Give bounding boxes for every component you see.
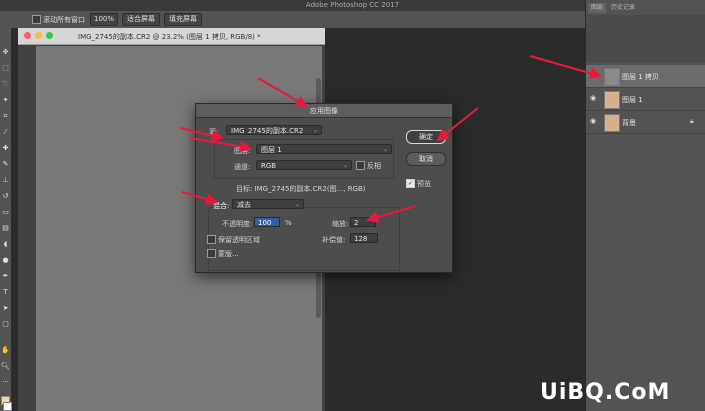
background-color-swatch[interactable] — [3, 402, 12, 411]
scale-input[interactable]: 2 — [350, 217, 376, 227]
layer-row[interactable]: ◉ 图层 1 拷贝 — [586, 65, 705, 88]
more-tools-icon[interactable]: ··· — [1, 378, 10, 387]
apply-image-dialog: 应用图像 源: IMG_2745的副本.CR2 ⌄ 图层: 图层 1 ⌄ 通道:… — [195, 103, 453, 273]
layer-row[interactable]: ◉ 背景 🔒︎ — [586, 111, 705, 134]
offset-label: 补偿值: — [322, 236, 346, 244]
watermark: UiBQ.CoM — [540, 380, 671, 405]
blending-select[interactable]: 减去 ⌄ — [232, 199, 304, 209]
type-tool-icon[interactable]: T — [1, 288, 10, 297]
chevron-down-icon: ⌄ — [294, 201, 300, 208]
source-label: 源: — [209, 128, 219, 136]
channel-select[interactable]: RGB ⌄ — [256, 160, 352, 170]
tab-layers[interactable]: 图层 — [588, 3, 607, 13]
chevron-down-icon: ⌄ — [312, 127, 318, 134]
lasso-tool-icon[interactable]: ➰ — [1, 80, 10, 89]
dialog-title-bar: 应用图像 — [196, 104, 452, 118]
eye-icon[interactable]: ◉ — [590, 94, 596, 102]
tools-panel: ✥ ⬚ ➰ ✦ ⌗ ⁄ ✚ ✎ ⊥ ↺ ▭ ▤ ◖ ● ✒ T ➤ ▢ ✋ 🔍︎… — [0, 28, 12, 411]
layer-label: 图层: — [234, 147, 251, 155]
dialog-title: 应用图像 — [310, 107, 338, 115]
source-value: IMG_2745的副本.CR2 — [231, 127, 304, 135]
magic-wand-tool-icon[interactable]: ✦ — [1, 96, 10, 105]
zoom-tool-icon[interactable]: 🔍︎ — [1, 362, 10, 371]
invert-label: 反相 — [367, 162, 381, 170]
offset-input[interactable]: 128 — [350, 233, 378, 243]
chevron-down-icon: ⌄ — [342, 162, 348, 169]
blending-label: 混合: — [213, 202, 230, 210]
crop-tool-icon[interactable]: ⌗ — [1, 112, 10, 121]
preview-label: 预览 — [417, 180, 431, 188]
history-brush-tool-icon[interactable]: ↺ — [1, 192, 10, 201]
layer-thumbnail — [604, 68, 620, 86]
source-select[interactable]: IMG_2745的副本.CR2 ⌄ — [226, 125, 322, 135]
close-window-icon[interactable] — [24, 32, 31, 39]
scale-label: 缩放: — [332, 220, 349, 228]
invert-checkbox[interactable] — [356, 161, 365, 170]
layer-select[interactable]: 图层 1 ⌄ — [256, 144, 392, 154]
document-title: IMG_2745的副本.CR2 @ 23.2% (图层 1 拷贝, RGB/8)… — [78, 33, 261, 41]
preview-checkbox[interactable]: ✓ — [406, 179, 415, 188]
options-bar: 滚动所有窗口 100% 适合屏幕 填充屏幕 — [0, 11, 585, 29]
chevron-down-icon: ⌄ — [382, 146, 388, 153]
layer-row[interactable]: ◉ 图层 1 — [586, 88, 705, 111]
fit-screen-button[interactable]: 适合屏幕 — [122, 13, 160, 26]
pen-tool-icon[interactable]: ✒ — [1, 272, 10, 281]
opacity-input[interactable]: 100 — [254, 217, 280, 227]
cancel-button[interactable]: 取消 — [406, 152, 446, 166]
layer-value: 图层 1 — [261, 146, 282, 154]
path-selection-tool-icon[interactable]: ➤ — [1, 304, 10, 313]
lock-icon: 🔒︎ — [690, 117, 694, 125]
opacity-label: 不透明度: — [222, 220, 253, 228]
dodge-tool-icon[interactable]: ● — [1, 256, 10, 265]
scroll-all-windows-checkbox[interactable] — [32, 15, 41, 24]
eye-icon[interactable]: ◉ — [590, 71, 596, 79]
mask-label: 蒙版... — [218, 250, 239, 258]
eyedropper-tool-icon[interactable]: ⁄ — [1, 128, 10, 137]
gradient-tool-icon[interactable]: ▤ — [1, 224, 10, 233]
opacity-unit: % — [285, 219, 292, 227]
zoom-window-icon[interactable] — [46, 32, 53, 39]
mask-checkbox[interactable] — [207, 249, 216, 258]
minimize-window-icon[interactable] — [35, 32, 42, 39]
target-text: 目标: IMG_2745的副本.CR2(图..., RGB) — [236, 185, 366, 193]
brush-tool-icon[interactable]: ✎ — [1, 160, 10, 169]
marquee-tool-icon[interactable]: ⬚ — [1, 64, 10, 73]
panel-tabs: 图层 历史记录 — [586, 3, 705, 13]
zoom-100-button[interactable]: 100% — [90, 13, 118, 26]
layers-panel: 图层 历史记录 ◉ 图层 1 拷贝 ◉ 图层 1 ◉ 背景 🔒︎ — [585, 0, 705, 411]
document-title-bar: IMG_2745的副本.CR2 @ 23.2% (图层 1 拷贝, RGB/8)… — [18, 28, 325, 45]
shape-tool-icon[interactable]: ▢ — [1, 320, 10, 329]
layer-name: 图层 1 拷贝 — [622, 73, 659, 81]
hand-tool-icon[interactable]: ✋ — [1, 346, 10, 355]
layer-name: 图层 1 — [622, 96, 643, 104]
scroll-all-windows-label: 滚动所有窗口 — [43, 16, 85, 24]
layer-thumbnail — [604, 91, 620, 109]
healing-brush-tool-icon[interactable]: ✚ — [1, 144, 10, 153]
tab-history[interactable]: 历史记录 — [608, 3, 638, 13]
layers-panel-controls — [586, 15, 705, 63]
clone-stamp-tool-icon[interactable]: ⊥ — [1, 176, 10, 185]
fill-screen-button[interactable]: 填充屏幕 — [164, 13, 202, 26]
layer-name: 背景 — [622, 119, 636, 127]
preserve-transparency-checkbox[interactable] — [207, 235, 216, 244]
channel-label: 通道: — [234, 163, 251, 171]
eye-icon[interactable]: ◉ — [590, 117, 596, 125]
layer-thumbnail — [604, 114, 620, 132]
ok-button[interactable]: 确定 — [406, 130, 446, 144]
preserve-transparency-label: 保留透明区域 — [218, 236, 260, 244]
channel-value: RGB — [261, 162, 277, 170]
move-tool-icon[interactable]: ✥ — [1, 48, 10, 57]
blending-value: 减去 — [237, 201, 251, 209]
eraser-tool-icon[interactable]: ▭ — [1, 208, 10, 217]
blur-tool-icon[interactable]: ◖ — [1, 240, 10, 249]
